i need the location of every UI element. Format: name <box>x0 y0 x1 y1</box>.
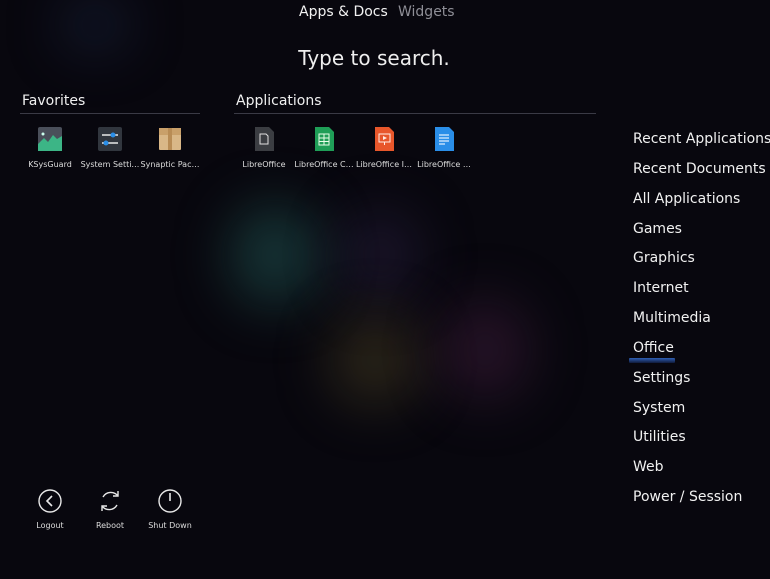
top-tab-bar: Apps & Docs Widgets <box>0 4 770 24</box>
background-glow <box>230 205 320 305</box>
shutdown-label: Shut Down <box>148 521 192 530</box>
category-multimedia[interactable]: Multimedia <box>633 310 711 326</box>
background-glow <box>330 315 420 405</box>
libreoffice-writer-icon <box>431 126 457 152</box>
favorites-divider <box>20 113 200 114</box>
category-power-session[interactable]: Power / Session <box>633 489 742 505</box>
logout-icon <box>38 489 62 513</box>
category-graphics[interactable]: Graphics <box>633 250 695 266</box>
app-label: LibreOffice <box>242 160 286 169</box>
libreoffice-calc-icon <box>311 126 337 152</box>
background-glow <box>440 300 530 400</box>
category-all-applications[interactable]: All Applications <box>633 191 740 207</box>
category-web[interactable]: Web <box>633 459 664 475</box>
favorite-label: Synaptic Pac… <box>140 160 200 169</box>
app-libreoffice-impress[interactable]: LibreOffice I… <box>353 126 415 169</box>
app-libreoffice[interactable]: LibreOffice <box>233 126 295 169</box>
reboot-icon <box>101 491 119 511</box>
app-label: LibreOffice C… <box>294 160 354 169</box>
reboot-button[interactable]: Reboot <box>79 488 141 530</box>
app-label: LibreOffice … <box>417 160 471 169</box>
shutdown-button[interactable]: Shut Down <box>139 488 201 530</box>
reboot-label: Reboot <box>95 521 125 530</box>
category-recent-documents[interactable]: Recent Documents <box>633 161 766 177</box>
category-system[interactable]: System <box>633 400 685 416</box>
app-libreoffice-writer[interactable]: LibreOffice … <box>413 126 475 169</box>
favorite-label: System Setti… <box>80 160 140 169</box>
category-games[interactable]: Games <box>633 221 682 237</box>
applications-title: Applications <box>236 93 322 109</box>
ksysguard-icon <box>37 126 63 152</box>
app-libreoffice-calc[interactable]: LibreOffice C… <box>293 126 355 169</box>
category-recent-applications[interactable]: Recent Applications <box>633 131 770 147</box>
background-glow <box>340 210 420 300</box>
category-internet[interactable]: Internet <box>633 280 689 296</box>
app-label: LibreOffice I… <box>355 160 413 169</box>
logout-button[interactable]: Logout <box>19 488 81 530</box>
favorite-label: KSysGuard <box>28 160 72 169</box>
tab-apps-docs[interactable]: Apps & Docs <box>299 4 388 20</box>
system-settings-icon <box>97 126 123 152</box>
favorites-title: Favorites <box>22 93 86 109</box>
logout-label: Logout <box>36 521 64 530</box>
category-settings[interactable]: Settings <box>633 370 690 386</box>
tab-widgets[interactable]: Widgets <box>398 4 455 20</box>
search-hint[interactable]: Type to search. <box>0 46 748 70</box>
selected-category-indicator <box>629 358 675 363</box>
category-office[interactable]: Office <box>633 340 674 356</box>
libreoffice-impress-icon <box>371 126 397 152</box>
favorite-system-settings[interactable]: System Setti… <box>79 126 141 169</box>
shutdown-icon <box>158 489 182 513</box>
synaptic-package-icon <box>157 126 183 152</box>
category-utilities[interactable]: Utilities <box>633 429 686 445</box>
applications-divider <box>234 113 596 114</box>
favorite-ksysguard[interactable]: KSysGuard <box>19 126 81 169</box>
libreoffice-icon <box>251 126 277 152</box>
favorite-synaptic[interactable]: Synaptic Pac… <box>139 126 201 169</box>
